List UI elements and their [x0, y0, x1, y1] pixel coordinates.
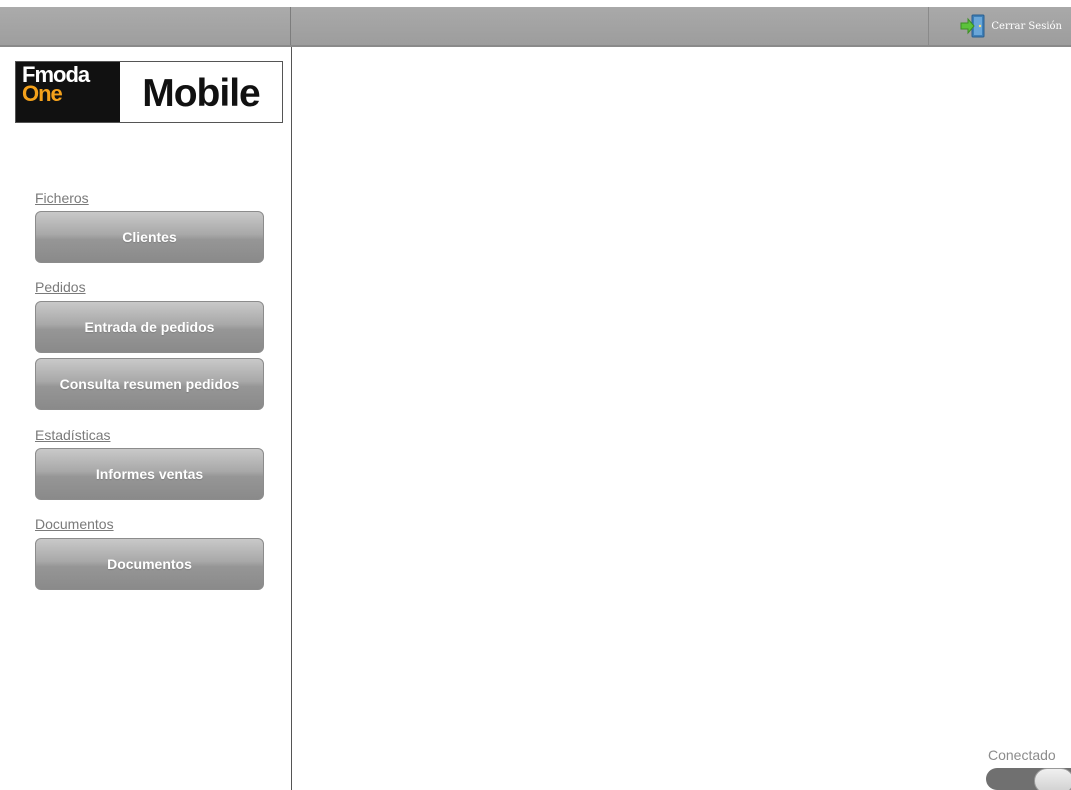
top-bar-left-panel [0, 7, 291, 45]
exit-door-icon [959, 12, 987, 40]
logo-brand-block: Fmoda One [16, 62, 120, 122]
app-logo: Fmoda One Mobile [15, 61, 283, 123]
section-ficheros[interactable]: Ficheros [35, 190, 89, 206]
top-strip [0, 0, 1071, 7]
logout-label: Cerrar Sesión [991, 20, 1062, 32]
connection-toggle[interactable] [986, 768, 1071, 790]
logo-product: Mobile [142, 72, 260, 115]
logo-product-block: Mobile [120, 62, 282, 122]
consulta-resumen-pedidos-button[interactable]: Consulta resumen pedidos [35, 358, 264, 410]
section-documentos[interactable]: Documentos [35, 516, 114, 532]
panel-divider [291, 47, 292, 790]
documentos-button[interactable]: Documentos [35, 538, 264, 590]
informes-ventas-button[interactable]: Informes ventas [35, 448, 264, 500]
connection-status-label: Conectado [988, 747, 1056, 763]
entrada-pedidos-button[interactable]: Entrada de pedidos [35, 301, 264, 353]
section-estadisticas[interactable]: Estadísticas [35, 427, 110, 443]
logout-button[interactable]: Cerrar Sesión [928, 7, 1071, 45]
clientes-button[interactable]: Clientes [35, 211, 264, 263]
toggle-knob[interactable] [1034, 768, 1071, 790]
section-pedidos[interactable]: Pedidos [35, 279, 86, 295]
